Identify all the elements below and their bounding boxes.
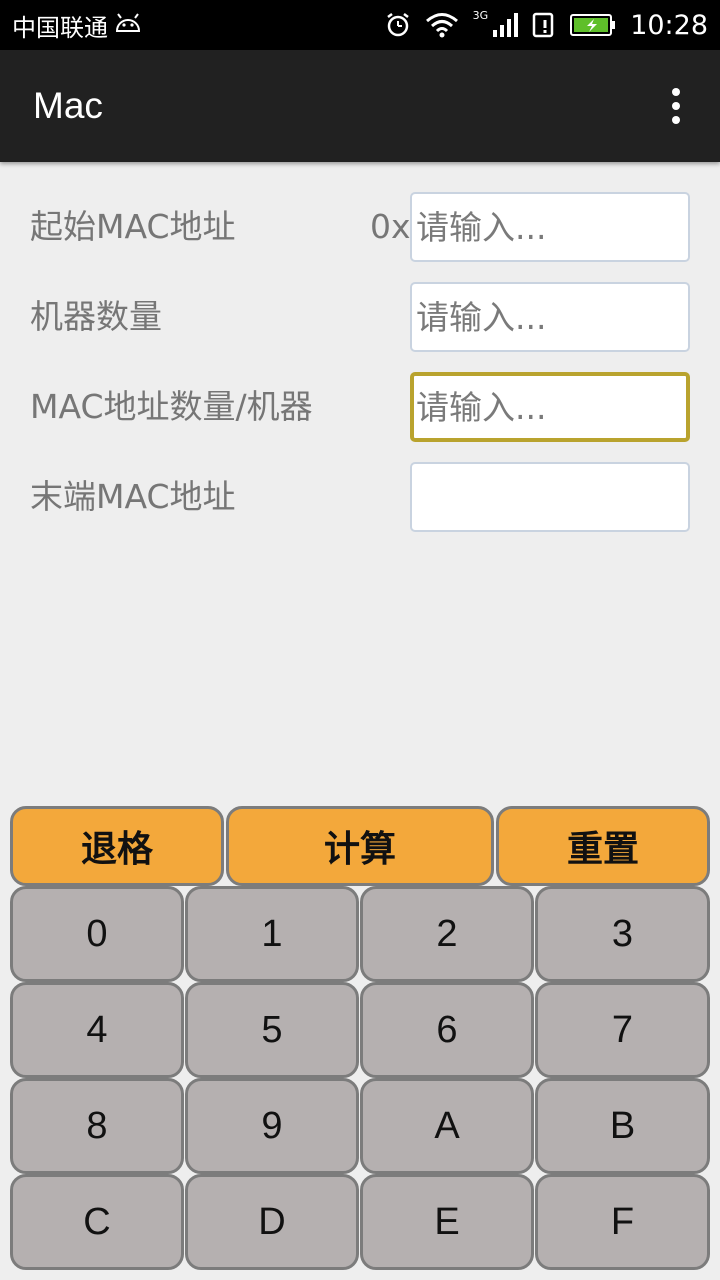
key-2[interactable]: 2 — [360, 886, 534, 982]
menu-dot — [672, 102, 680, 110]
status-right: 3G 10:28 — [385, 8, 708, 41]
battery-charging-icon — [570, 13, 616, 37]
key-f[interactable]: F — [535, 1174, 710, 1270]
key-6[interactable]: 6 — [360, 982, 534, 1078]
mac-per-machine-row: MAC地址数量/机器 — [0, 372, 720, 442]
app-title: Mac — [33, 85, 103, 126]
network-type-label: 3G — [472, 8, 489, 22]
key-3[interactable]: 3 — [535, 886, 710, 982]
key-4[interactable]: 4 — [10, 982, 184, 1078]
key-c[interactable]: C — [10, 1174, 184, 1270]
machine-count-label: 机器数量 — [30, 297, 162, 336]
end-mac-row: 末端MAC地址 — [0, 462, 720, 532]
key-a[interactable]: A — [360, 1078, 534, 1174]
key-d[interactable]: D — [185, 1174, 359, 1270]
machine-count-row: 机器数量 — [0, 282, 720, 352]
machine-count-input[interactable] — [410, 282, 690, 352]
key-0[interactable]: 0 — [10, 886, 184, 982]
key-7[interactable]: 7 — [535, 982, 710, 1078]
android-debug-icon — [114, 11, 142, 39]
start-mac-input[interactable] — [410, 192, 690, 262]
key-b[interactable]: B — [535, 1078, 710, 1174]
menu-dot — [672, 116, 680, 124]
sim-alert-icon — [532, 12, 556, 38]
wifi-icon — [425, 12, 459, 38]
start-mac-label: 起始MAC地址 — [30, 207, 236, 246]
mac-per-machine-input[interactable] — [410, 372, 690, 442]
end-mac-label: 末端MAC地址 — [30, 477, 236, 516]
status-bar: 中国联通 3G 10:28 — [0, 0, 720, 50]
clock-time: 10:28 — [630, 9, 708, 41]
backspace-button[interactable]: 退格 — [10, 806, 224, 886]
status-left: 中国联通 — [12, 8, 142, 43]
app-bar: Mac — [0, 50, 720, 162]
alarm-icon — [385, 12, 411, 38]
calculate-button[interactable]: 计算 — [226, 806, 494, 886]
carrier-label: 中国联通 — [12, 13, 108, 42]
key-9[interactable]: 9 — [185, 1078, 359, 1174]
key-e[interactable]: E — [360, 1174, 534, 1270]
mac-per-machine-label: MAC地址数量/机器 — [30, 387, 313, 426]
reset-button[interactable]: 重置 — [496, 806, 710, 886]
menu-dot — [672, 88, 680, 96]
end-mac-output[interactable] — [410, 462, 690, 532]
key-5[interactable]: 5 — [185, 982, 359, 1078]
overflow-menu-icon[interactable] — [668, 80, 684, 132]
key-8[interactable]: 8 — [10, 1078, 184, 1174]
key-1[interactable]: 1 — [185, 886, 359, 982]
signal-icon — [492, 12, 519, 38]
start-mac-row: 起始MAC地址 0x — [0, 192, 720, 262]
hex-prefix-label: 0x — [370, 207, 411, 246]
